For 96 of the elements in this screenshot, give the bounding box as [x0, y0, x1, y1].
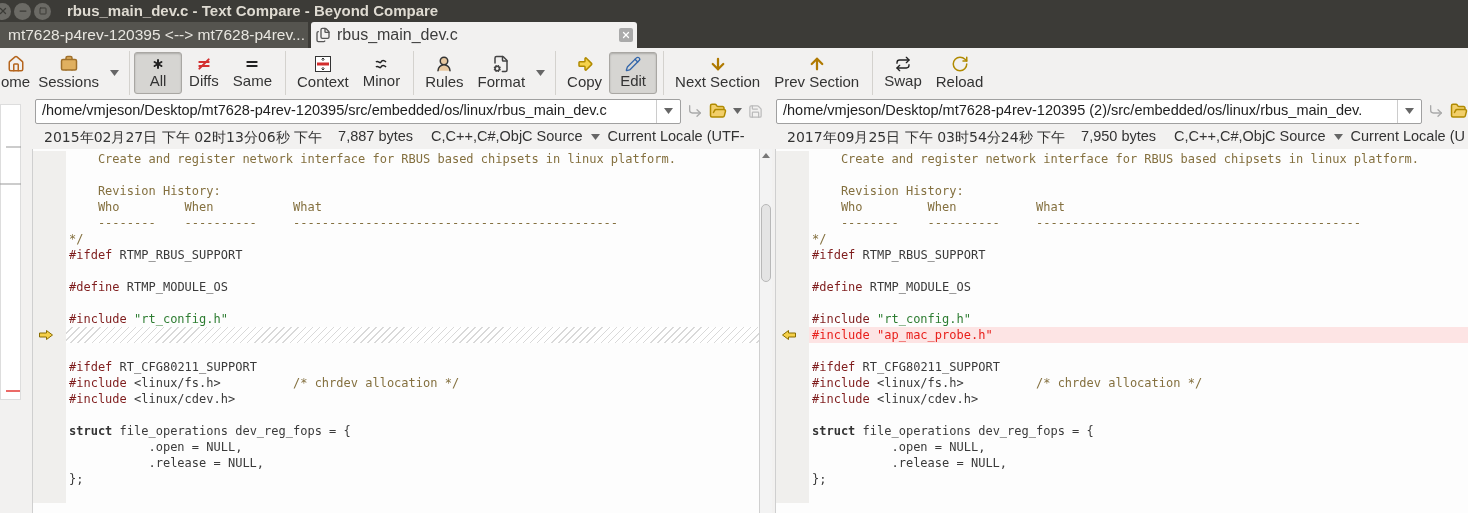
save-icon[interactable]	[748, 103, 763, 119]
encoding-dropdown[interactable]: Current Locale (U	[1350, 126, 1465, 148]
code-line: Create and register network interface for RBUS based chipsets in linux platform.	[96, 151, 676, 167]
caret-icon	[1405, 108, 1414, 114]
home-icon	[6, 54, 25, 73]
tab-label: rbus_main_dev.c	[337, 25, 459, 45]
code-line: .open = NULL,	[147, 439, 243, 455]
maximize-button[interactable]	[34, 2, 51, 20]
close-icon	[621, 30, 631, 40]
path-field[interactable]: /home/vmjeson/Desktop/mt7628-p4rev-120395 (2)/src/embedded/os/linux/rbus_main_dev.	[776, 98, 1422, 124]
code-line: #ifdef RT_CFG80211_SUPPORT	[811, 359, 1000, 375]
code-line: */	[811, 231, 827, 247]
code-line: Who When What	[839, 199, 1065, 215]
code-line: .release = NULL,	[890, 455, 1008, 471]
code-line: #ifdef RTMP_RBUS_SUPPORT	[68, 247, 243, 263]
context-icon	[313, 54, 332, 73]
encoding-dropdown[interactable]: Current Locale (UTF-	[607, 126, 745, 148]
caret-icon	[664, 108, 673, 114]
swap-icon	[894, 55, 911, 72]
redo-arrow-icon[interactable]	[1428, 103, 1444, 119]
file-date: 2017年09月25日 下午 03时54分24秒 下午	[787, 127, 1066, 147]
window-title: rbus_main_dev.c - Text Compare - Beyond Compare	[67, 0, 439, 21]
toolbar-button[interactable]: Swap	[877, 51, 929, 94]
file-date: 2015年02月27日 下午 02时13分06秒 下午	[44, 127, 323, 147]
folder-icon[interactable]	[709, 102, 727, 120]
dropdown-caret-icon	[110, 69, 120, 76]
code-line: #define RTMP_MODULE_OS	[811, 279, 971, 295]
code-line: struct file_operations dev_reg_fops = {	[68, 423, 351, 439]
toolbar-button[interactable]: Context	[290, 51, 356, 94]
code-line: #include <linux/fs.h> /* chrdev allocation */	[68, 375, 460, 391]
reload-icon	[950, 54, 969, 73]
briefcase-icon	[59, 54, 78, 73]
not-equal-icon	[195, 55, 212, 72]
code-line: #include <linux/cdev.h>	[811, 391, 979, 407]
code-line: };	[68, 471, 84, 487]
toolbar-button[interactable]: Minor	[355, 51, 408, 94]
toolbar-button[interactable]: Reload	[928, 51, 991, 94]
scrollbar-thumb[interactable]	[761, 204, 771, 282]
code-line: #define RTMP_MODULE_OS	[68, 279, 228, 295]
caret-icon	[1333, 134, 1343, 140]
code-line: #ifdef RT_CFG80211_SUPPORT	[68, 359, 257, 375]
arrow-left-icon[interactable]	[782, 330, 796, 340]
tab-label: mt7628-p4rev-120395 <--> mt7628-p4rev...	[8, 25, 305, 46]
path-field[interactable]: /home/vmjeson/Desktop/mt7628-p4rev-120395/src/embedded/os/linux/rbus_main_dev.c	[35, 98, 681, 124]
toolbar-button[interactable]: Same	[225, 51, 279, 94]
scrollbar[interactable]	[759, 149, 772, 513]
close-icon	[0, 6, 8, 16]
code-line: #include <linux/cdev.h>	[68, 391, 236, 407]
toolbar-button[interactable]: Rules	[418, 51, 471, 94]
code-line: Create and register network interface for RBUS based chipsets in linux platform.	[839, 151, 1419, 167]
dropdown-caret-icon	[536, 69, 546, 76]
code-line: */	[68, 231, 84, 247]
file-size: 7,887 bytes	[338, 127, 414, 147]
code-line: .release = NULL,	[147, 455, 265, 471]
code-line: struct file_operations dev_reg_fops = {	[811, 423, 1094, 439]
caret-icon	[733, 108, 742, 114]
file-size: 7,950 bytes	[1081, 127, 1157, 147]
toolbar-button[interactable]: Sessions	[31, 51, 107, 94]
toolbar-button[interactable]: Edit	[609, 51, 658, 94]
toolbar-button[interactable]: Format	[470, 51, 533, 94]
code-line: };	[811, 471, 827, 487]
toolbar-button[interactable]: Copy	[560, 51, 610, 94]
code-line: Who When What	[96, 199, 322, 215]
path-text: /home/vmjeson/Desktop/mt7628-p4rev-120395 (2)/src/embedded/os/linux/rbus_main_dev.	[782, 101, 1364, 121]
toolbar-button[interactable]: ome	[0, 51, 32, 94]
code-line: #include "rt_config.h"	[811, 311, 971, 327]
toolbar-button[interactable]: All	[134, 51, 183, 94]
arrow-right-icon[interactable]	[39, 330, 53, 340]
format-dropdown[interactable]: C,C++,C#,ObjC Source	[431, 126, 600, 148]
path-text: /home/vmjeson/Desktop/mt7628-p4rev-120395/src/embedded/os/linux/rbus_main_dev.c	[41, 101, 608, 121]
close-tab-button[interactable]	[619, 28, 633, 42]
code-line: Revision History:	[96, 183, 221, 199]
code-line: .open = NULL,	[890, 439, 986, 455]
person-icon	[435, 54, 454, 73]
document-gear-icon	[492, 54, 511, 73]
maximize-icon	[38, 7, 47, 15]
code-line: -------- ---------- ---------------------------------------------	[839, 215, 1362, 231]
tab[interactable]: rbus_main_dev.c	[311, 22, 637, 48]
scroll-up-arrow-icon[interactable]	[762, 153, 770, 158]
pencil-icon	[625, 55, 642, 72]
tab[interactable]: mt7628-p4rev-120395 <--> mt7628-p4rev...	[0, 22, 308, 48]
code-line: #ifdef RTMP_RBUS_SUPPORT	[811, 247, 986, 263]
documents-icon	[315, 27, 331, 43]
arrow-right-icon	[575, 54, 594, 73]
toolbar-button[interactable]: Prev Section	[767, 51, 867, 94]
code-line: #include <linux/fs.h> /* chrdev allocation */	[811, 375, 1203, 391]
folder-icon[interactable]	[1450, 102, 1468, 120]
minimize-button[interactable]	[14, 2, 31, 20]
code-line: Revision History:	[839, 183, 964, 199]
format-dropdown[interactable]: C,C++,C#,ObjC Source	[1174, 126, 1343, 148]
code-line: -------- ---------- ---------------------------------------------	[96, 215, 619, 231]
caret-icon	[590, 134, 600, 140]
toolbar-button[interactable]: Diffs	[182, 51, 226, 94]
redo-arrow-icon[interactable]	[687, 103, 703, 119]
toolbar-button[interactable]: Next Section	[668, 51, 768, 94]
code-line: #include "rt_config.h"	[68, 311, 228, 327]
